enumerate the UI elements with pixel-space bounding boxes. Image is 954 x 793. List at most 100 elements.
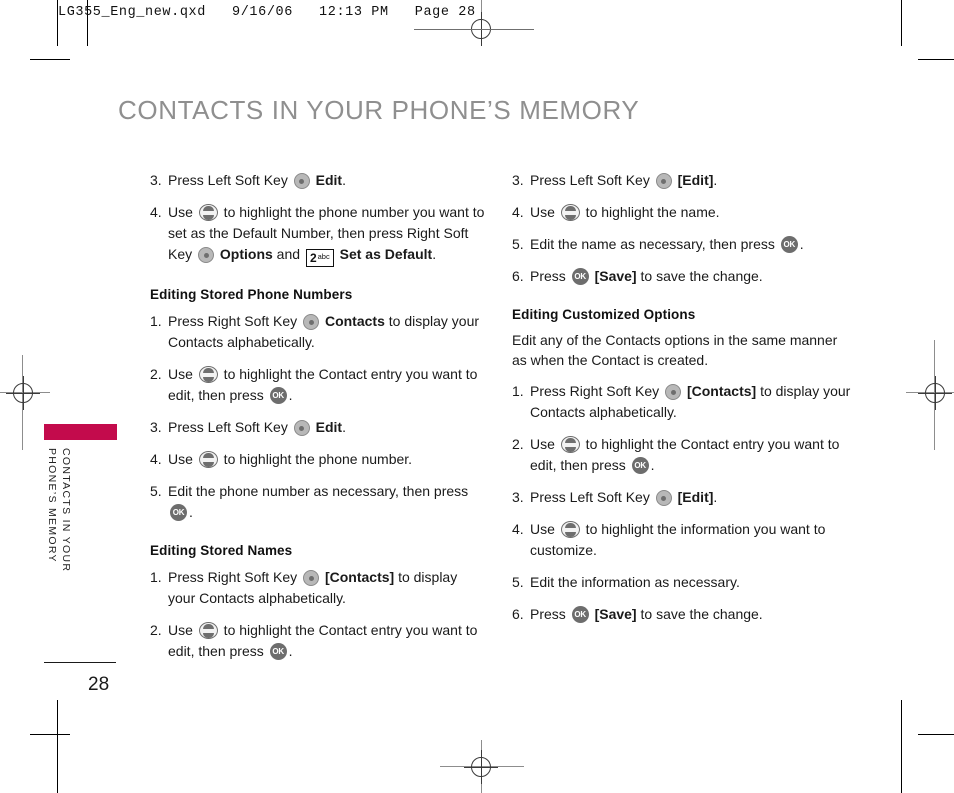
ok-key-icon: OK: [780, 236, 798, 253]
step-text: Use: [168, 451, 197, 467]
list-item: 3. Press Left Soft Key Edit.: [150, 417, 485, 438]
step-text: Use: [530, 436, 559, 452]
section-heading-editing-customized-options: Editing Customized Options: [512, 307, 696, 322]
step-number: 5.: [512, 236, 524, 252]
soft-key-icon: [198, 247, 215, 263]
step-text: Press Left Soft Key: [530, 489, 654, 505]
step-number: 4.: [512, 204, 524, 220]
side-tab-color-bar: [44, 424, 117, 440]
ok-key-icon: OK: [571, 268, 589, 285]
step-emphasis: [Edit]: [677, 172, 714, 188]
step-number: 3.: [512, 172, 524, 188]
ok-key-label: OK: [172, 507, 185, 517]
list-item: 4. Use to highlight the name.: [512, 202, 852, 223]
step-text: Press Right Soft Key: [530, 383, 664, 399]
folio-rule: [44, 662, 116, 663]
step-number: 4.: [150, 451, 162, 467]
step-number: 5.: [150, 483, 162, 499]
ok-key-label: OK: [574, 271, 586, 281]
ok-key-icon: OK: [269, 643, 287, 660]
step-number: 5.: [512, 574, 524, 590]
list-item: 5. Edit the phone number as necessary, th…: [150, 481, 485, 523]
navigation-key-icon: [560, 204, 580, 221]
list-item: 2. Use to highlight the Contact entry you…: [150, 364, 485, 406]
list-item: 3. Press Left Soft Key Edit.: [150, 170, 485, 191]
step-emphasis: [Save]: [594, 268, 637, 284]
step-text: Press: [530, 268, 570, 284]
ok-key-icon: OK: [269, 387, 287, 404]
numeric-key-letters: abc: [317, 252, 330, 261]
step-text-tail: to save the change.: [636, 606, 763, 622]
crop-mark-top-right-vertical: [901, 0, 902, 46]
soft-key-icon: [303, 570, 320, 586]
soft-key-icon: [303, 314, 320, 330]
list-item: 5. Edit the name as necessary, then press…: [512, 234, 852, 255]
step-text-tail: .: [342, 172, 346, 188]
ok-key-label: OK: [783, 239, 796, 249]
left-content-column: 3. Press Left Soft Key Edit. 4. Use to hig…: [150, 170, 485, 673]
prepress-header-rule: [414, 29, 534, 30]
list-item: 2. Use to highlight the Contact entry you…: [150, 620, 485, 662]
step-text: Use: [168, 366, 197, 382]
ok-key-label: OK: [272, 646, 284, 656]
navigation-key-icon: [198, 204, 218, 221]
section-heading-editing-stored-phone-numbers: Editing Stored Phone Numbers: [150, 287, 353, 302]
step-number: 3.: [512, 489, 524, 505]
step-emphasis: [Edit]: [677, 489, 714, 505]
ok-key-icon: OK: [571, 606, 589, 623]
soft-key-icon: [665, 384, 682, 400]
step-text-mid: to highlight the name.: [581, 204, 720, 220]
step-text-tail: .: [713, 489, 718, 505]
page-number: 28: [88, 674, 110, 695]
step-text: Press Left Soft Key: [530, 172, 654, 188]
navigation-key-icon: [198, 622, 218, 639]
navigation-key-icon: [560, 436, 580, 453]
step-number: 2.: [150, 622, 162, 638]
list-item: 6. Press OK [Save] to save the change.: [512, 266, 852, 287]
list-item: 4. Use to highlight the information you w…: [512, 519, 852, 561]
soft-key-icon: [655, 490, 672, 506]
step-text-tail: .: [288, 643, 293, 659]
step-text-tail: .: [799, 236, 804, 252]
step-number: 6.: [512, 606, 524, 622]
step-emphasis: Edit: [315, 172, 343, 188]
step-text-mid: to highlight the phone number.: [219, 451, 413, 467]
section-intro-paragraph: Edit any of the Contacts options in the …: [512, 332, 838, 368]
list-item: 4. Use to highlight the phone number.: [150, 449, 485, 470]
step-text-tail: .: [432, 246, 437, 262]
page-title: CONTACTS IN YOUR PHONE’S MEMORY: [118, 95, 640, 125]
ok-key-label: OK: [272, 390, 284, 400]
registration-mark-bottom: [464, 750, 498, 784]
step-emphasis: Edit: [315, 419, 343, 435]
step-text: Edit the phone number as necessary, then…: [168, 483, 469, 499]
step-text: Use: [168, 204, 197, 220]
step-text: Edit the information as necessary.: [530, 574, 740, 590]
prepress-file-header: LG355_Eng_new.qxd 9/16/06 12:13 PM Page …: [58, 5, 476, 20]
step-text: Use: [168, 622, 197, 638]
step-text: Press Right Soft Key: [168, 313, 302, 329]
step-text: Use: [530, 521, 559, 537]
step-text: Press Right Soft Key: [168, 569, 302, 585]
list-item: 1. Press Right Soft Key [Contacts] to dis…: [512, 381, 852, 423]
registration-mark-right: [918, 376, 952, 410]
step-number: 3.: [150, 419, 162, 435]
step-number: 6.: [512, 268, 524, 284]
list-item: 6. Press OK [Save] to save the change.: [512, 604, 852, 625]
step-emphasis: [Save]: [594, 606, 637, 622]
step-text-tail: .: [650, 457, 655, 473]
navigation-key-icon: [560, 521, 580, 538]
step-text: Use: [530, 204, 559, 220]
list-item: 3. Press Left Soft Key [Edit].: [512, 170, 852, 191]
step-number: 2.: [512, 436, 524, 452]
step-text-between: and: [272, 246, 304, 262]
step-text-tail: .: [288, 387, 293, 403]
soft-key-icon: [293, 420, 310, 436]
list-item: 5. Edit the information as necessary.: [512, 572, 852, 593]
step-text: Press Left Soft Key: [168, 419, 292, 435]
numeric-key-2-abc-icon: 2abc: [305, 249, 334, 267]
ok-key-icon: OK: [631, 457, 649, 474]
step-number: 1.: [150, 313, 162, 329]
list-item: 1. Press Right Soft Key Contacts to displ…: [150, 311, 485, 353]
step-number: 4.: [512, 521, 524, 537]
step-text-tail: to save the change.: [636, 268, 763, 284]
